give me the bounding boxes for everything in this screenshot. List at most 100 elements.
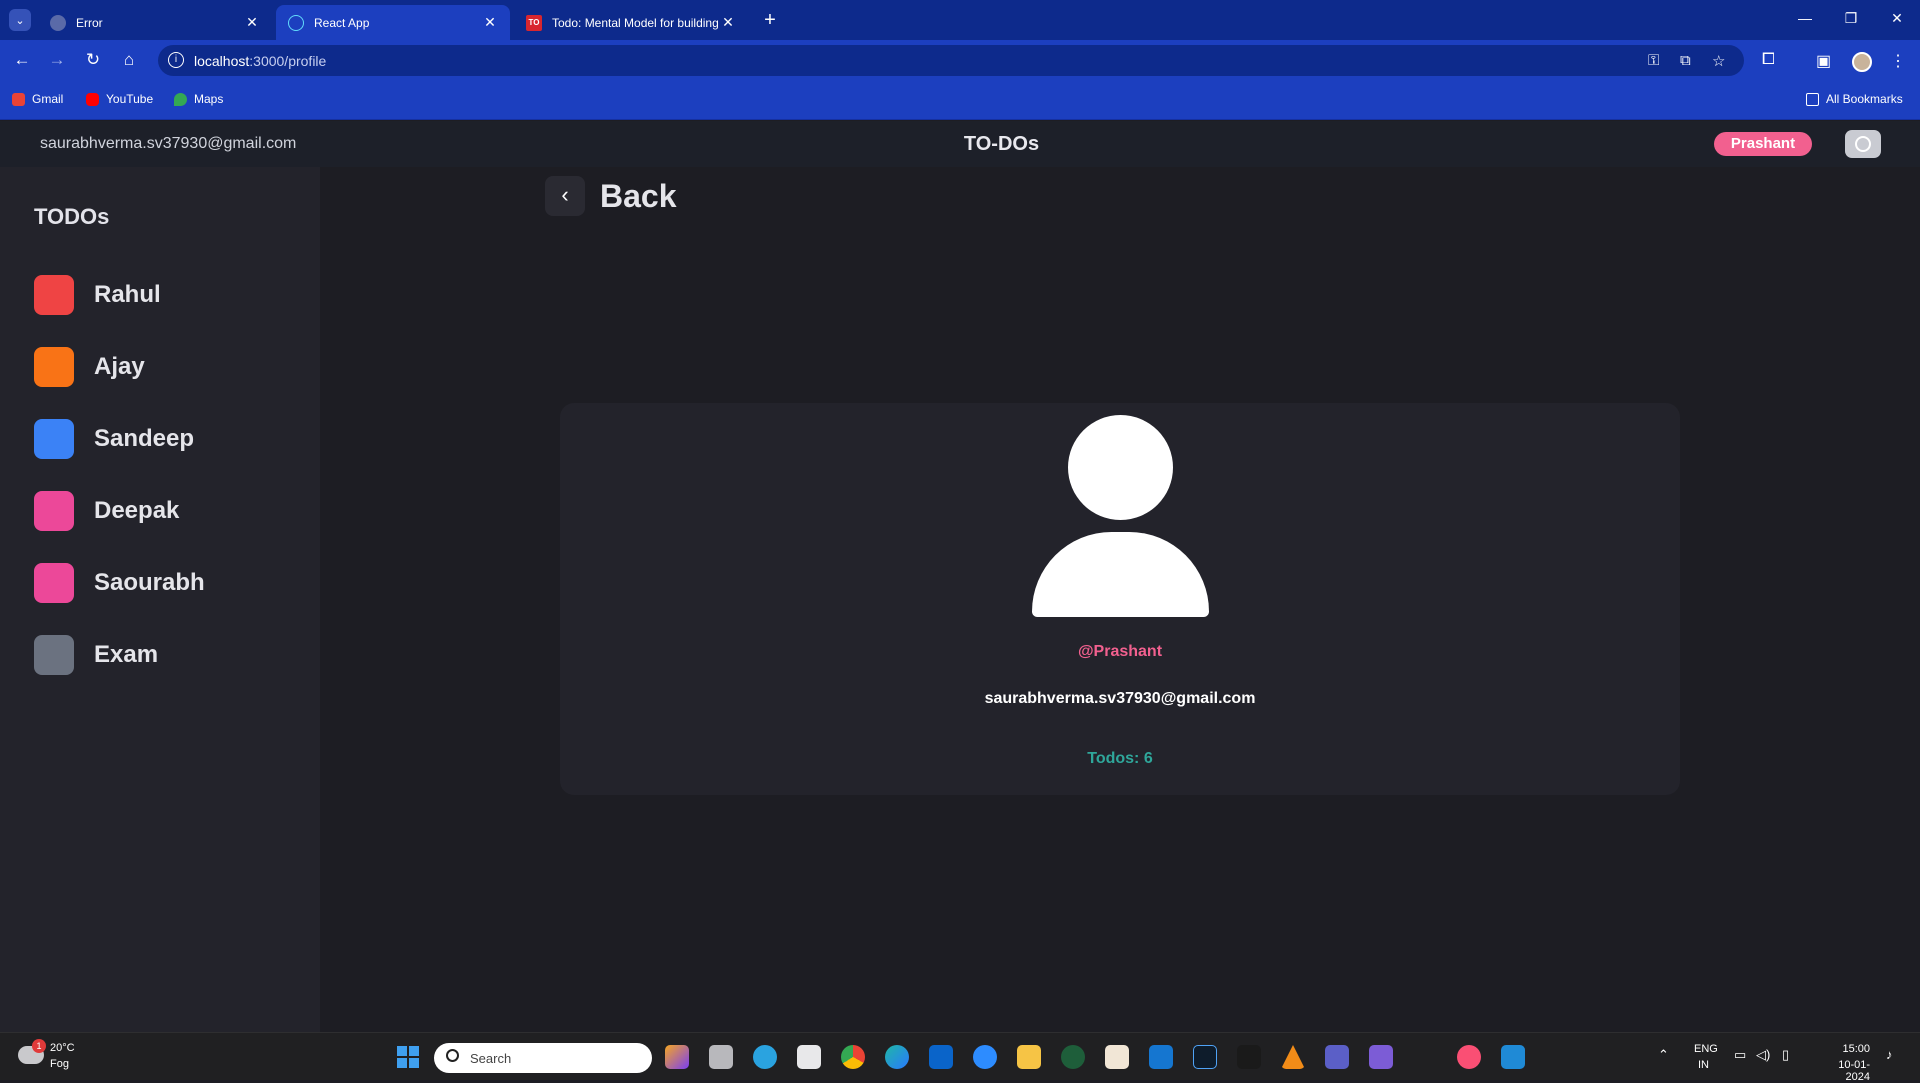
close-window-icon[interactable]: ✕ [1887, 10, 1907, 27]
youtube-icon [86, 92, 99, 106]
taskbar: 1 20°C Fog Search ⌃ ENG IN ▭ ◁) ▯ 15:00 … [0, 1032, 1920, 1083]
user-profile-button[interactable]: Prashant [1714, 132, 1812, 156]
close-tab-icon[interactable]: ✕ [720, 14, 736, 31]
sidebar: TODOs Rahul Ajay Sandeep Deepak Saourabh… [0, 167, 320, 1032]
globe-icon [50, 14, 66, 31]
copilot-icon[interactable] [665, 1045, 689, 1069]
outlook-icon[interactable] [929, 1045, 953, 1069]
sidebar-item-ajay[interactable]: Ajay [34, 347, 145, 387]
weather-badge: 1 [32, 1039, 46, 1053]
store-icon[interactable] [797, 1045, 821, 1069]
color-swatch [34, 563, 74, 603]
color-swatch [34, 347, 74, 387]
menu-dots-icon[interactable]: ⋮ [1890, 51, 1906, 71]
language-top[interactable]: ENG [1694, 1043, 1718, 1055]
side-panel-icon[interactable]: ▣ [1816, 51, 1831, 71]
chevron-up-icon[interactable]: ⌃ [1658, 1047, 1669, 1063]
extensions-icon[interactable]: ⧠ [1762, 51, 1775, 69]
vlc-icon[interactable] [1281, 1045, 1305, 1069]
home-icon[interactable]: ⌂ [117, 48, 141, 72]
sidebar-item-deepak[interactable]: Deepak [34, 491, 179, 531]
tab-error[interactable]: Error ✕ [38, 5, 272, 40]
color-swatch [34, 419, 74, 459]
file-explorer-icon[interactable] [1017, 1045, 1041, 1069]
profile-email: saurabhverma.sv37930@gmail.com [984, 690, 1256, 707]
minimize-icon[interactable]: — [1795, 10, 1815, 26]
sidebar-item-label: Deepak [94, 497, 180, 524]
color-swatch [34, 275, 74, 315]
app-title: TO-DOs [963, 133, 1040, 155]
close-tab-icon[interactable]: ✕ [482, 14, 498, 31]
tab-react-app[interactable]: React App ✕ [276, 5, 510, 40]
notes-app-icon[interactable] [1105, 1045, 1129, 1069]
site-info-icon[interactable]: i [168, 52, 184, 68]
sidebar-title: TODOs [34, 204, 110, 229]
forward-nav-icon[interactable]: → [45, 48, 69, 72]
address-bar[interactable]: i localhost:3000/profile ⚿ ⧉ ☆ [158, 45, 1744, 76]
restore-icon[interactable]: ❐ [1841, 10, 1861, 27]
chrome-icon[interactable] [841, 1045, 865, 1069]
bookmark-maps[interactable]: Maps [174, 92, 223, 106]
weather-condition[interactable]: Fog [50, 1058, 69, 1070]
tab-title: Todo: Mental Model for building [552, 15, 719, 30]
zoom-icon[interactable] [973, 1045, 997, 1069]
teams-icon[interactable] [1325, 1045, 1349, 1069]
reload-icon[interactable]: ↻ [81, 48, 105, 72]
bookmark-label: Gmail [32, 92, 64, 106]
windows-start-icon[interactable] [397, 1046, 419, 1068]
search-placeholder: Search [470, 1051, 512, 1066]
tab-title: React App [314, 15, 370, 30]
close-tab-icon[interactable]: ✕ [244, 14, 260, 31]
install-app-icon[interactable]: ⧉ [1680, 52, 1691, 69]
tab-todo-mental-model[interactable]: TO Todo: Mental Model for building ✕ [514, 5, 748, 40]
sidebar-item-saourabh[interactable]: Saourabh [34, 563, 205, 603]
clock-date[interactable]: 10-01-2024 [1814, 1059, 1870, 1083]
network-icon[interactable]: ▭ [1734, 1047, 1746, 1063]
todo-site-icon: TO [526, 14, 542, 31]
notification-bell-icon[interactable]: ♪ [1886, 1047, 1893, 1062]
back-label[interactable]: Back [600, 178, 677, 215]
mail-icon[interactable] [1149, 1045, 1173, 1069]
weather-temp[interactable]: 20°C [50, 1042, 75, 1054]
bookmark-youtube[interactable]: YouTube [86, 92, 153, 106]
maps-pin-icon [174, 92, 187, 106]
logout-button[interactable] [1845, 130, 1881, 158]
vscode-icon[interactable] [1501, 1045, 1525, 1069]
edge-icon[interactable] [885, 1045, 909, 1069]
sidebar-item-rahul[interactable]: Rahul [34, 275, 161, 315]
all-bookmarks-label: All Bookmarks [1826, 92, 1903, 106]
back-nav-icon[interactable]: ← [10, 48, 34, 72]
chevron-left-icon: ‹ [561, 182, 569, 207]
taskbar-search[interactable]: Search [434, 1043, 652, 1073]
itunes-icon[interactable] [1457, 1045, 1481, 1069]
vpn-icon[interactable] [1061, 1045, 1085, 1069]
volume-icon[interactable]: ◁) [1756, 1047, 1770, 1063]
user-avatar-body [1032, 532, 1209, 617]
telegram-icon[interactable] [753, 1045, 777, 1069]
lightroom-icon[interactable] [1193, 1045, 1217, 1069]
clock-time[interactable]: 15:00 [1814, 1043, 1870, 1055]
task-view-icon[interactable] [709, 1045, 733, 1069]
profile-card: @Prashant saurabhverma.sv37930@gmail.com… [560, 403, 1680, 795]
language-bottom[interactable]: IN [1698, 1059, 1709, 1071]
password-key-icon[interactable]: ⚿ [1648, 52, 1659, 69]
all-bookmarks[interactable]: All Bookmarks [1806, 92, 1903, 106]
url-text[interactable]: localhost:3000/profile [194, 53, 326, 69]
profile-avatar-icon[interactable] [1852, 52, 1872, 72]
app-header: saurabhverma.sv37930@gmail.com TO-DOs Pr… [0, 121, 1920, 167]
bookmark-label: YouTube [106, 92, 154, 106]
bookmark-star-icon[interactable]: ☆ [1712, 52, 1725, 70]
bookmark-gmail[interactable]: Gmail [12, 92, 63, 106]
codesnap-icon[interactable] [1237, 1045, 1261, 1069]
sidebar-item-label: Ajay [94, 353, 145, 380]
sidebar-item-sandeep[interactable]: Sandeep [34, 419, 194, 459]
sidebar-item-exam[interactable]: Exam [34, 635, 158, 675]
tab-search-button[interactable]: ⌄ [9, 9, 31, 31]
color-swatch [34, 491, 74, 531]
back-button[interactable]: ‹ [545, 176, 585, 216]
battery-icon[interactable]: ▯ [1782, 1047, 1789, 1063]
new-tab-button[interactable]: + [758, 8, 782, 32]
search-icon [446, 1049, 459, 1062]
visual-studio-icon[interactable] [1369, 1045, 1393, 1069]
logout-icon [1855, 136, 1871, 152]
